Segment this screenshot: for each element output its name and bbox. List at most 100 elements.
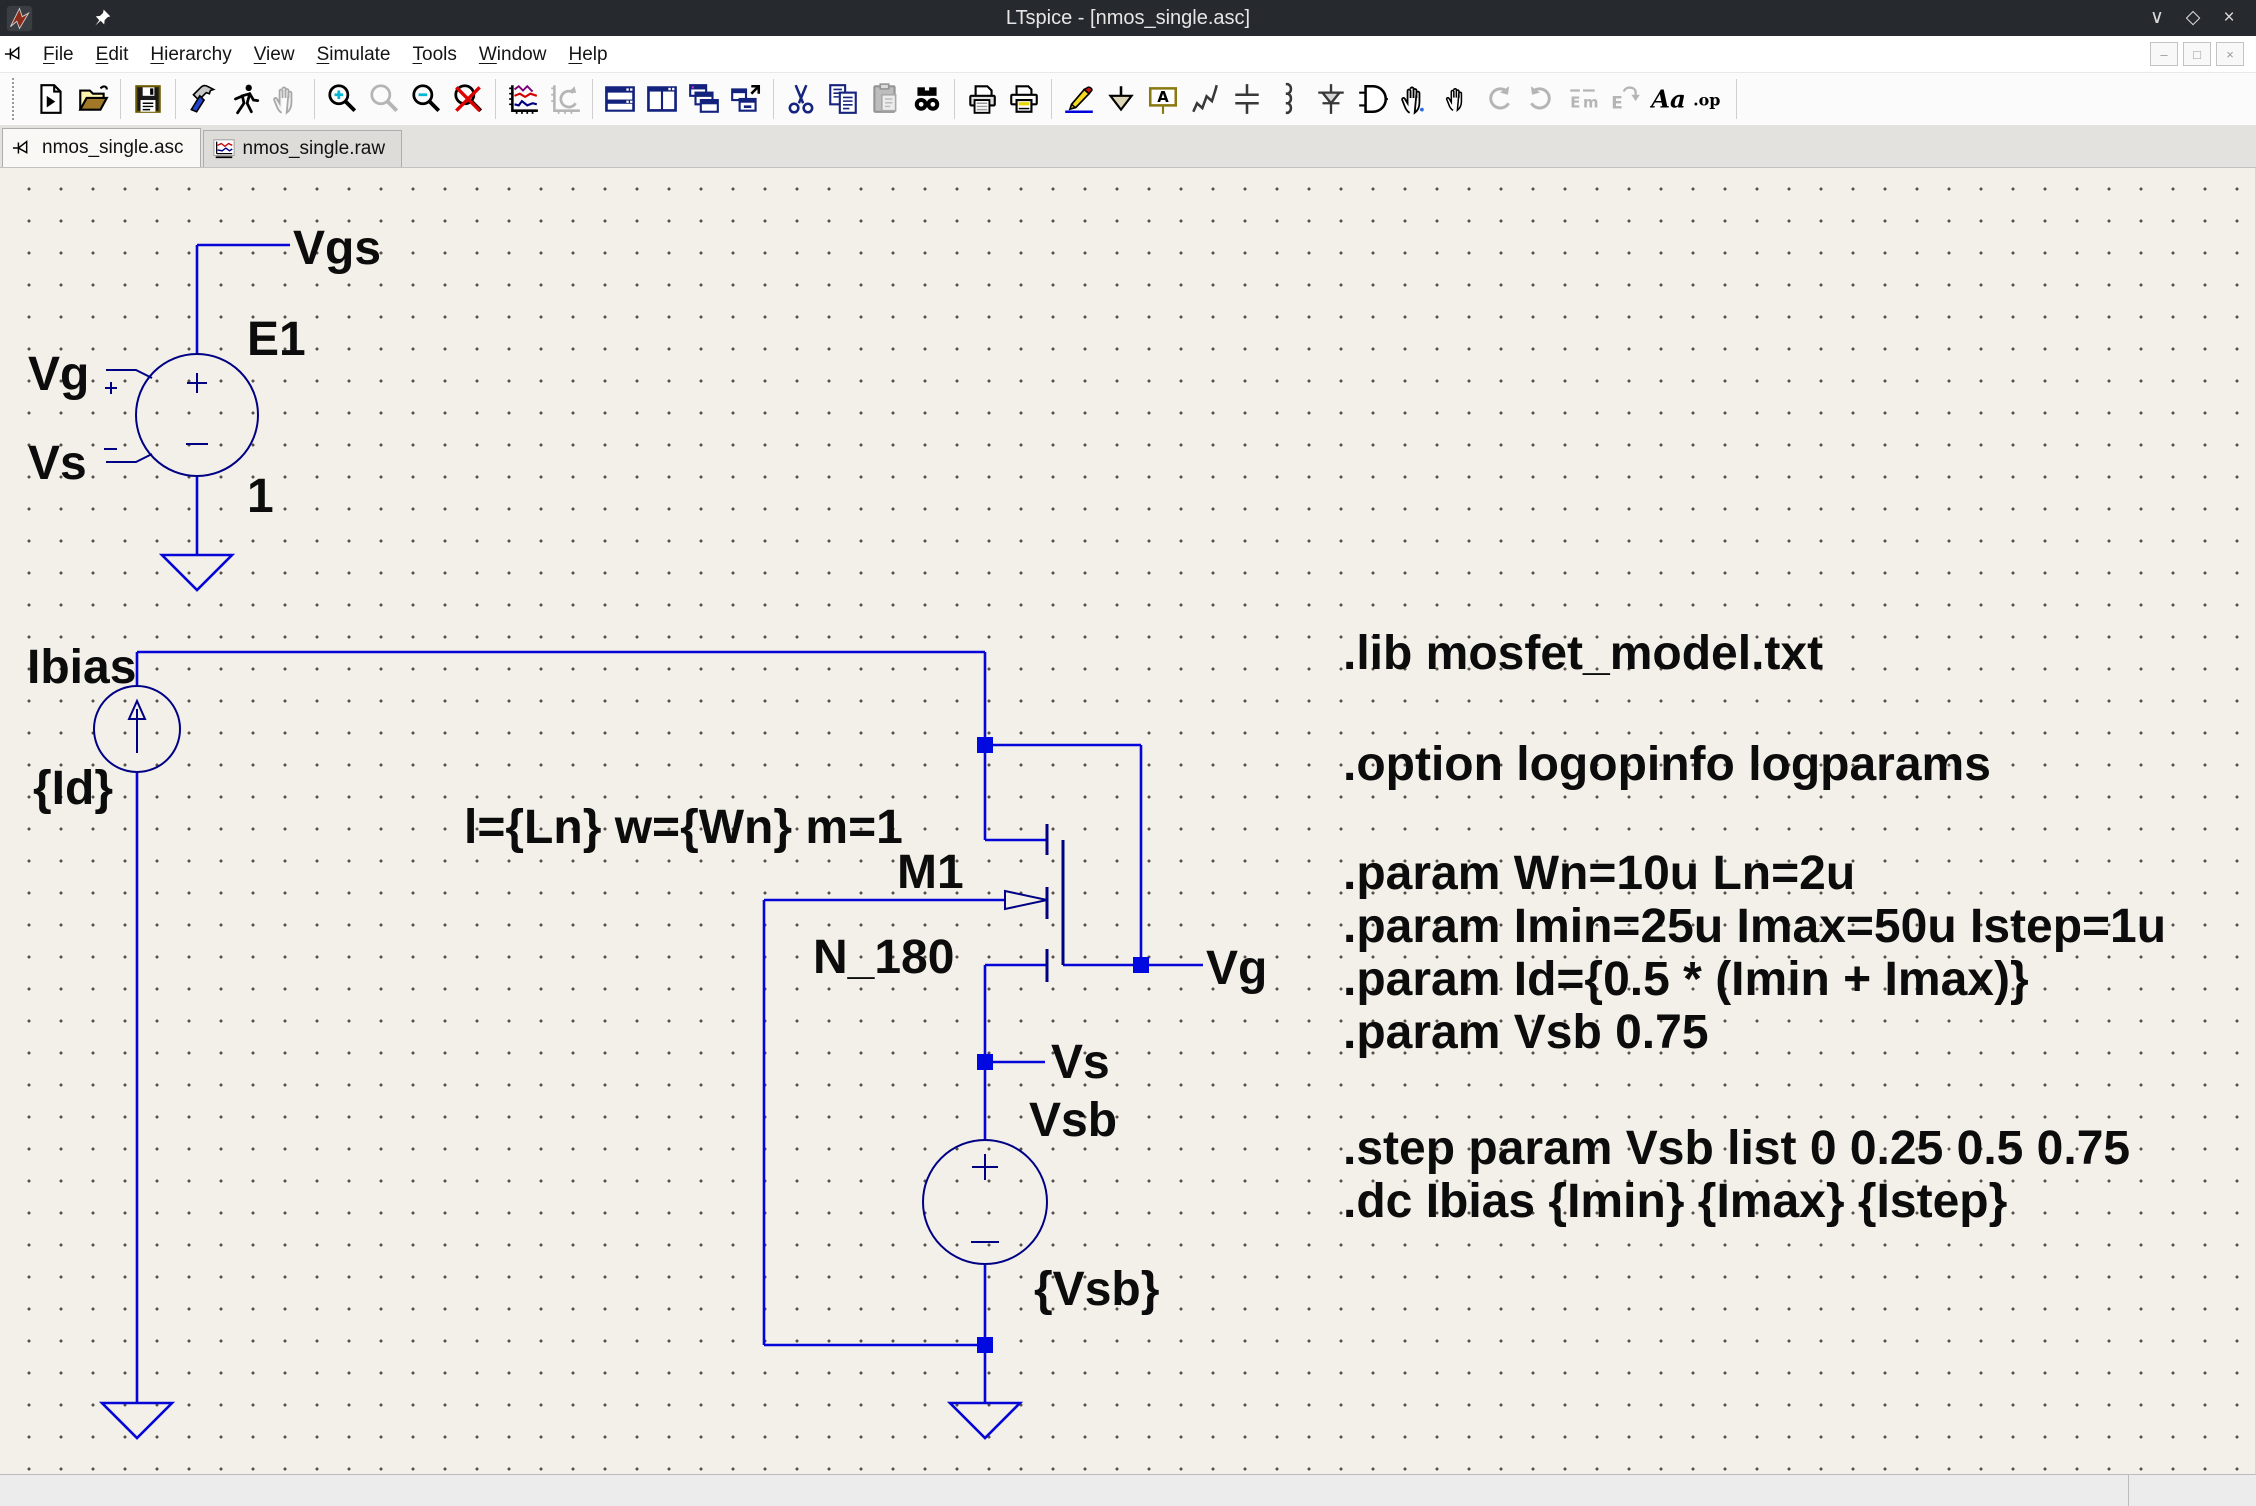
print-icon[interactable]: [1003, 76, 1045, 122]
plot-settings-icon[interactable]: [502, 76, 544, 122]
place-inductor-icon[interactable]: [1268, 76, 1310, 122]
net-label-vs-control[interactable]: Vs: [28, 437, 87, 490]
component-ref-ibias[interactable]: Ibias: [27, 641, 136, 694]
place-text-icon[interactable]: Aa: [1646, 76, 1688, 122]
control-panel-icon[interactable]: [182, 76, 224, 122]
spice-directive-line-4[interactable]: .param Imin=25u Imax=50u Istep=1u: [1343, 900, 2166, 953]
ltspice-logo-icon: [5, 4, 34, 33]
menu-bar: FileEditHierarchyViewSimulateToolsWindow…: [0, 36, 2256, 73]
menu-hierarchy[interactable]: Hierarchy: [139, 37, 242, 72]
undo-icon[interactable]: [1478, 76, 1520, 122]
pin-icon[interactable]: [92, 8, 112, 28]
autorange-icon[interactable]: [544, 76, 586, 122]
place-diode-icon[interactable]: [1310, 76, 1352, 122]
menu-simulate[interactable]: Simulate: [306, 37, 402, 72]
window-controls: ∨ ◇ ×: [2146, 0, 2256, 36]
component-model-m1[interactable]: N_180: [813, 931, 954, 984]
drag-icon[interactable]: [1436, 76, 1478, 122]
find-icon[interactable]: [906, 76, 948, 122]
menu-file[interactable]: File: [32, 37, 85, 72]
net-label-vs[interactable]: Vs: [1051, 1036, 1110, 1089]
spice-directive-icon[interactable]: .op: [1688, 76, 1730, 122]
schematic-icon: [12, 137, 34, 159]
paste-icon[interactable]: [864, 76, 906, 122]
spice-directive-line-7[interactable]: .step param Vsb list 0 0.25 0.5 0.75: [1343, 1122, 2130, 1175]
component-e1-vcvs[interactable]: [104, 354, 258, 476]
component-value-e1[interactable]: 1: [247, 470, 274, 523]
tile-vertical-icon[interactable]: [641, 76, 683, 122]
print-preview-icon[interactable]: [961, 76, 1003, 122]
toolbar-separator: [954, 79, 955, 119]
mirror-icon[interactable]: Em: [1562, 76, 1604, 122]
new-schematic-icon[interactable]: [30, 76, 72, 122]
halt-simulation-icon[interactable]: [266, 76, 308, 122]
component-value-ibias[interactable]: {Id}: [33, 762, 113, 815]
component-ref-vsb[interactable]: Vsb: [1029, 1094, 1117, 1147]
spice-directive-line-2[interactable]: .option logopinfo logparams: [1343, 738, 1991, 791]
tile-horizontal-icon[interactable]: [599, 76, 641, 122]
menu-help[interactable]: Help: [557, 37, 618, 72]
svg-text:A: A: [1157, 88, 1169, 106]
place-resistor-icon[interactable]: [1184, 76, 1226, 122]
open-file-icon[interactable]: [72, 76, 114, 122]
cascade-windows-icon[interactable]: [683, 76, 725, 122]
copy-icon[interactable]: [822, 76, 864, 122]
bulk-arrow: [1005, 891, 1047, 909]
net-label-vg[interactable]: Vg: [1206, 942, 1267, 995]
label-net-icon[interactable]: A: [1142, 76, 1184, 122]
component-ref-m1[interactable]: M1: [897, 846, 964, 899]
zoom-full-extents-icon[interactable]: [447, 76, 489, 122]
component-vsb-voltage-source[interactable]: [923, 1140, 1047, 1264]
svg-text:E: E: [1570, 94, 1580, 112]
rotate-icon[interactable]: E: [1604, 76, 1646, 122]
status-divider: [2128, 1475, 2129, 1506]
tab-label: nmos_single.raw: [243, 138, 386, 160]
svg-text:E: E: [1611, 94, 1623, 114]
ground-symbols[interactable]: [102, 555, 1020, 1438]
child-close-button[interactable]: ×: [2216, 42, 2244, 66]
spice-directive-line-6[interactable]: .param Vsb 0.75: [1343, 1006, 1709, 1059]
window-minimize-button[interactable]: ∨: [2146, 0, 2168, 36]
svg-text:Aa: Aa: [1650, 85, 1684, 114]
toolbar-icons: AEmEAa.op: [30, 73, 1743, 125]
schematic-doc-icon: [4, 43, 26, 65]
activate-window-icon[interactable]: [725, 76, 767, 122]
component-ibias-current-source[interactable]: [94, 686, 180, 772]
toolbar-separator: [1736, 79, 1737, 119]
zoom-in-icon[interactable]: [321, 76, 363, 122]
spice-directive-line-3[interactable]: .param Wn=10u Ln=2u: [1343, 847, 1855, 900]
cut-icon[interactable]: [780, 76, 822, 122]
menu-view[interactable]: View: [243, 37, 306, 72]
window-close-button[interactable]: ×: [2218, 0, 2240, 36]
menu-edit[interactable]: Edit: [85, 37, 140, 72]
zoom-out-icon[interactable]: [405, 76, 447, 122]
place-component-icon[interactable]: [1352, 76, 1394, 122]
net-label-vgs[interactable]: Vgs: [293, 222, 381, 275]
child-minimize-button[interactable]: –: [2150, 42, 2178, 66]
spice-directive-line-1[interactable]: .lib mosfet_model.txt: [1343, 627, 1823, 680]
component-ref-e1[interactable]: E1: [247, 313, 306, 366]
net-label-vg-control[interactable]: Vg: [28, 348, 89, 401]
place-capacitor-icon[interactable]: [1226, 76, 1268, 122]
schematic-canvas[interactable]: Vgs E1 Vg Vs 1 Ibias {Id} l={Ln} w={Wn} m=1M1 N_…: [0, 168, 2256, 1474]
spice-directive-line-8[interactable]: .dc Ibias {Imin} {Imax} {Istep}: [1343, 1175, 2007, 1228]
window-maximize-button[interactable]: ◇: [2182, 0, 2204, 36]
toolbar-gripper[interactable]: [12, 78, 20, 120]
run-simulation-icon[interactable]: [224, 76, 266, 122]
toolbar-separator: [773, 79, 774, 119]
tab-nmos_single.asc[interactable]: nmos_single.asc: [2, 128, 201, 167]
place-ground-icon[interactable]: [1100, 76, 1142, 122]
menu-window[interactable]: Window: [468, 37, 558, 72]
save-icon[interactable]: [127, 76, 169, 122]
component-value-vsb[interactable]: {Vsb}: [1034, 1263, 1159, 1316]
spice-directive-line-5[interactable]: .param Id={0.5 * (Imin + Imax)}: [1343, 953, 2029, 1006]
draw-wire-icon[interactable]: [1058, 76, 1100, 122]
tab-nmos_single.raw[interactable]: nmos_single.raw: [203, 130, 403, 167]
component-params-m1[interactable]: l={Ln} w={Wn} m=1: [464, 801, 903, 854]
redo-icon[interactable]: [1520, 76, 1562, 122]
zoom-back-icon[interactable]: [363, 76, 405, 122]
component-m1-nmos[interactable]: [1005, 824, 1063, 982]
menu-tools[interactable]: Tools: [402, 37, 468, 72]
child-restore-button[interactable]: □: [2183, 42, 2211, 66]
move-icon[interactable]: [1394, 76, 1436, 122]
